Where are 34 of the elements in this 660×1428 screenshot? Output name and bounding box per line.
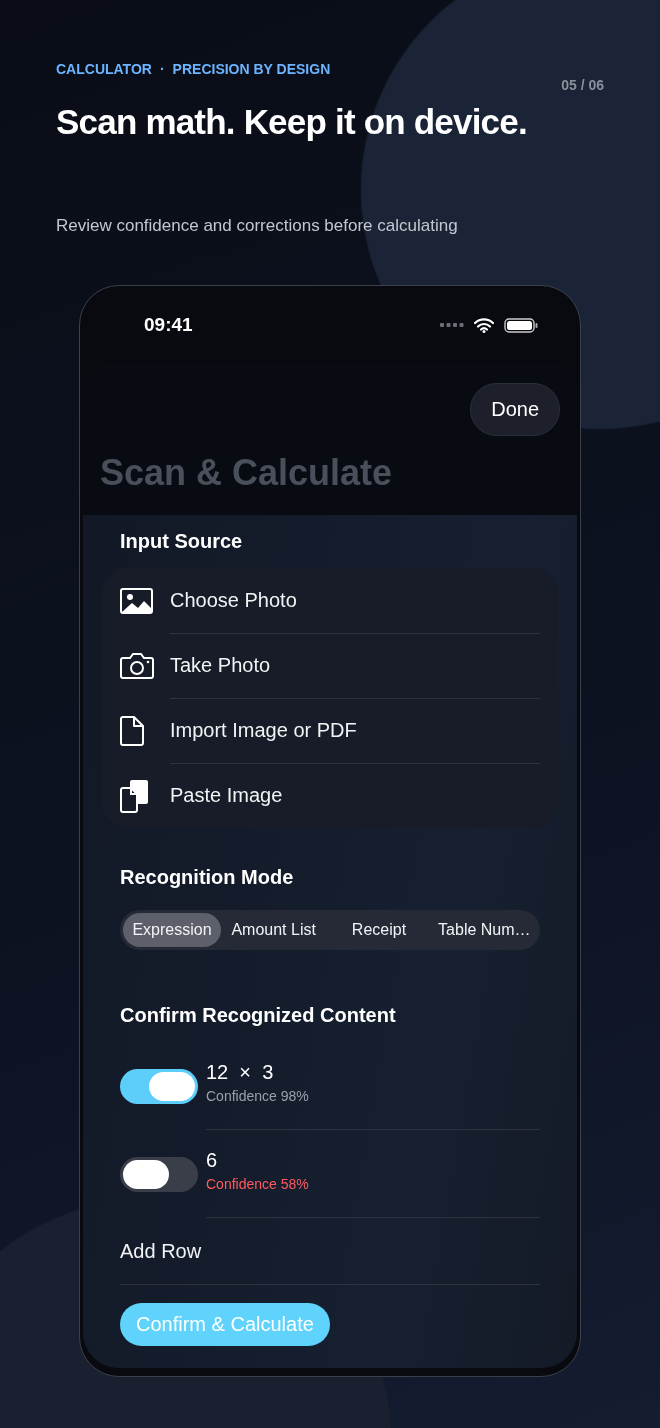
eyebrow-label: PRECISION BY DESIGN [172,60,331,79]
source-option[interactable]: Take Photo [170,632,540,699]
section-heading: Recognition Mode [120,865,295,890]
section-heading: Confirm Recognized Content [120,1003,397,1028]
source-option[interactable]: Choose Photo [170,567,540,634]
confidence-label: Confidence 98% [206,1088,310,1104]
sheet-title: Scan & Calculate [100,451,394,495]
source-option[interactable]: Import Image or PDF [170,697,540,764]
mode-segment[interactable]: Amount List [221,913,327,947]
separator-dot: · [159,60,165,79]
toggle-switch[interactable] [120,1156,198,1192]
documents-icon [120,778,150,813]
photo-icon [120,587,153,614]
done-button[interactable]: Done [470,383,560,436]
mode-segment[interactable]: Table Num… [431,913,537,947]
wifi-icon [474,317,494,333]
source-option[interactable]: Paste Image [170,763,540,828]
battery-icon [504,317,538,333]
document-icon [120,715,144,746]
mode-segment[interactable]: Expression [123,913,221,947]
add-row-link[interactable]: Add Row [120,1218,540,1285]
headline: Scan math. Keep it on device. [56,101,528,143]
subtitle: Review confidence and corrections before calculating [56,215,459,237]
eyebrow-label: CALCULATOR [56,60,152,79]
recognized-value: 6 [206,1149,219,1172]
toggle-switch[interactable] [120,1068,198,1104]
section-heading: Input Source [120,529,244,554]
signal-icon [440,323,464,327]
status-time: 09:41 [144,314,193,336]
mode-segment[interactable]: Receipt [326,913,432,947]
confidence-label: Confidence 58% [206,1176,310,1192]
page-counter: 05 / 06 [561,76,604,94]
camera-icon [120,652,154,679]
recognized-value: 12 × 3 [206,1061,275,1084]
